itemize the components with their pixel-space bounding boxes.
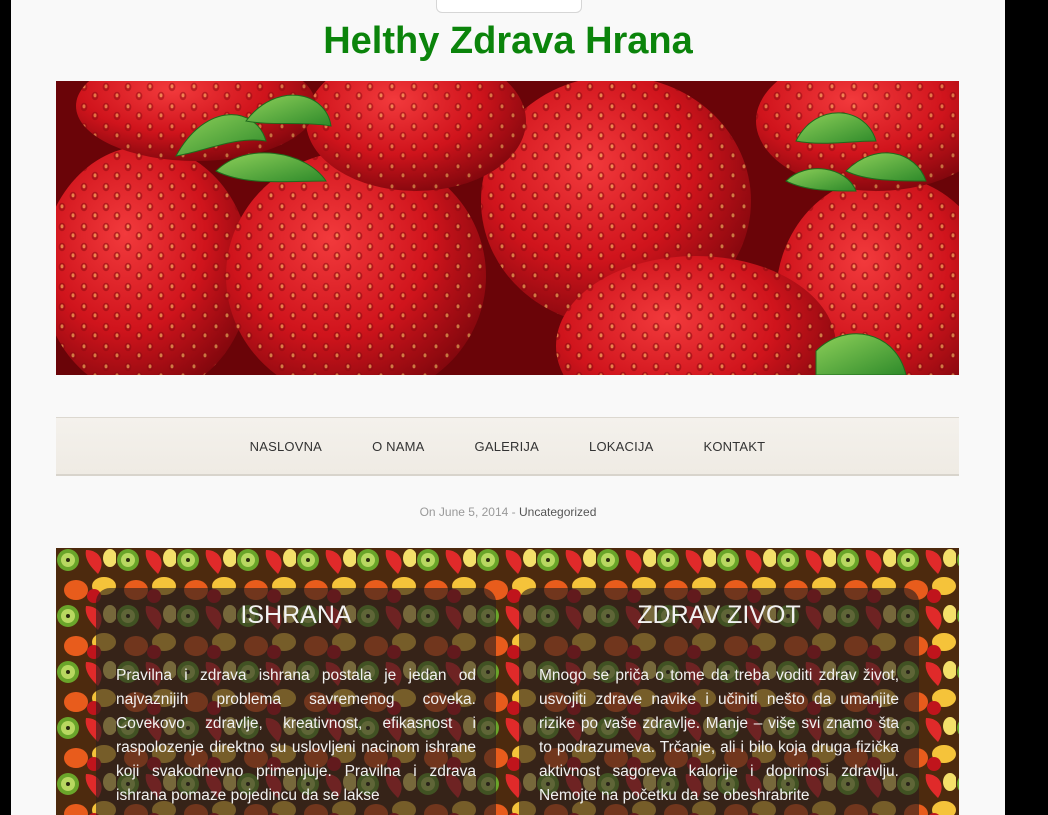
- hero-strawberries-image: [56, 81, 959, 375]
- ishrana-title: ISHRANA: [240, 601, 352, 629]
- zdrav-zivot-text: Mnogo se priča o tome da treba voditi zd…: [539, 667, 899, 804]
- nav-item-naslovna[interactable]: NASLOVNA: [250, 439, 322, 454]
- ishrana-panel: ISHRANA Pravilna i zdrava ishrana postal…: [96, 588, 496, 815]
- post-date: On June 5, 2014 -: [419, 505, 516, 519]
- main-navigation: NASLOVNA O NAMA GALERIJA LOKACIJA KONTAK…: [56, 417, 959, 476]
- nav-item-o-nama[interactable]: O NAMA: [372, 439, 424, 454]
- nav-item-kontakt[interactable]: KONTAKT: [703, 439, 765, 454]
- page-container: Helthy Zdrava Hrana NASLOVNA O NAMA GALE…: [11, 0, 1005, 815]
- zdrav-zivot-title: ZDRAV ZIVOT: [637, 601, 801, 629]
- nav-item-lokacija[interactable]: LOKACIJA: [589, 439, 653, 454]
- nav-item-galerija[interactable]: GALERIJA: [475, 439, 539, 454]
- site-title[interactable]: Helthy Zdrava Hrana: [11, 20, 1005, 63]
- post-meta: On June 5, 2014 - Uncategorized: [11, 505, 1005, 519]
- top-tab-decoration: [436, 0, 582, 13]
- category-link[interactable]: Uncategorized: [519, 505, 596, 519]
- ishrana-text: Pravilna i zdrava ishrana postala je jed…: [116, 667, 476, 804]
- zdrav-zivot-panel: ZDRAV ZIVOT Mnogo se priča o tome da tre…: [519, 588, 919, 815]
